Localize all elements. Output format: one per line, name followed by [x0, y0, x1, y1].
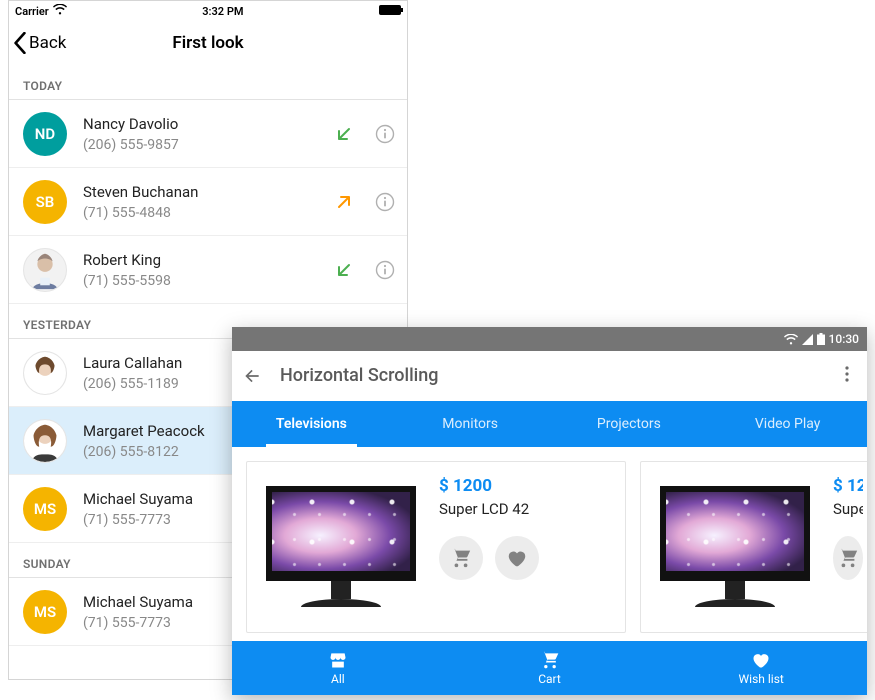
tab-label: Televisions [276, 416, 347, 432]
more-vertical-icon [837, 364, 857, 384]
bottom-nav-label: Cart [538, 672, 561, 686]
back-label: Back [29, 33, 66, 53]
tab-label: Video Play [755, 416, 820, 432]
back-button[interactable]: Back [9, 32, 66, 54]
more-button[interactable] [837, 364, 857, 388]
bottom-nav-wishlist[interactable]: Wish list [655, 641, 867, 695]
tab-televisions[interactable]: Televisions [232, 401, 391, 447]
info-icon[interactable] [375, 260, 395, 280]
carrier-label: Carrier [15, 5, 49, 18]
status-time: 3:32 PM [67, 5, 379, 18]
cart-icon [540, 650, 560, 670]
outgoing-call-icon [335, 193, 353, 211]
contact-phone: (206) 555-9857 [83, 137, 335, 153]
wifi-icon [784, 334, 798, 345]
avatar: ND [23, 112, 67, 156]
product-image [261, 476, 421, 616]
cart-icon [837, 547, 859, 569]
product-image [655, 476, 815, 616]
tab-monitors[interactable]: Monitors [391, 401, 550, 447]
tab-bar: Televisions Monitors Projectors Video Pl… [232, 401, 867, 447]
arrow-left-icon [242, 366, 262, 386]
bottom-nav: All Cart Wish list [232, 641, 867, 695]
contact-name: Robert King [83, 251, 335, 269]
page-title: First look [9, 33, 407, 53]
product-price: $ 1200 [439, 476, 611, 496]
avatar [23, 351, 67, 395]
status-time: 10:30 [829, 332, 859, 346]
avatar [23, 248, 67, 292]
avatar: MS [23, 487, 67, 531]
product-card[interactable]: $ 1200 Super LCD 42 [640, 461, 867, 633]
store-icon [328, 650, 348, 670]
heart-icon [506, 547, 528, 569]
battery-icon [379, 5, 401, 15]
battery-icon [817, 333, 825, 345]
ios-status-bar: Carrier 3:32 PM [9, 1, 407, 21]
signal-icon [802, 334, 813, 345]
ios-nav-bar: Back First look [9, 21, 407, 65]
contact-row[interactable]: SB Steven Buchanan (71) 555-4848 [9, 168, 407, 236]
tab-label: Monitors [442, 416, 498, 432]
avatar: MS [23, 590, 67, 634]
android-app-bar: Horizontal Scrolling [232, 351, 867, 401]
product-name: Super LCD 42 [833, 500, 863, 518]
incoming-call-icon [335, 261, 353, 279]
contact-phone: (71) 555-5598 [83, 273, 335, 289]
bottom-nav-all[interactable]: All [232, 641, 444, 695]
incoming-call-icon [335, 125, 353, 143]
android-phone-frame: 10:30 Horizontal Scrolling Televisions M… [232, 327, 867, 695]
avatar: SB [23, 180, 67, 224]
tab-video-play[interactable]: Video Play [708, 401, 867, 447]
tab-projectors[interactable]: Projectors [550, 401, 709, 447]
wifi-icon [53, 4, 67, 18]
contact-name: Steven Buchanan [83, 183, 335, 201]
contact-row[interactable]: Robert King (71) 555-5598 [9, 236, 407, 304]
android-status-bar: 10:30 [232, 327, 867, 351]
info-icon[interactable] [375, 124, 395, 144]
bottom-nav-label: Wish list [739, 672, 784, 686]
contact-row[interactable]: ND Nancy Davolio (206) 555-9857 [9, 100, 407, 168]
products-scroller[interactable]: $ 1200 Super LCD 42 $ 1200 Super LCD [232, 447, 867, 647]
contact-name: Nancy Davolio [83, 115, 335, 133]
add-to-cart-button[interactable] [833, 536, 863, 580]
bottom-nav-cart[interactable]: Cart [444, 641, 656, 695]
chevron-left-icon [13, 32, 27, 54]
avatar [23, 419, 67, 463]
product-name: Super LCD 42 [439, 500, 611, 518]
info-icon[interactable] [375, 192, 395, 212]
product-card[interactable]: $ 1200 Super LCD 42 [246, 461, 626, 633]
section-header-today: TODAY [9, 65, 407, 100]
tab-label: Projectors [597, 416, 661, 432]
product-price: $ 1200 [833, 476, 863, 496]
bottom-nav-label: All [331, 672, 345, 686]
cart-icon [450, 547, 472, 569]
back-button[interactable] [242, 366, 280, 386]
heart-icon [751, 650, 771, 670]
wishlist-button[interactable] [495, 536, 539, 580]
add-to-cart-button[interactable] [439, 536, 483, 580]
contact-phone: (71) 555-4848 [83, 205, 335, 221]
page-title: Horizontal Scrolling [280, 365, 837, 386]
